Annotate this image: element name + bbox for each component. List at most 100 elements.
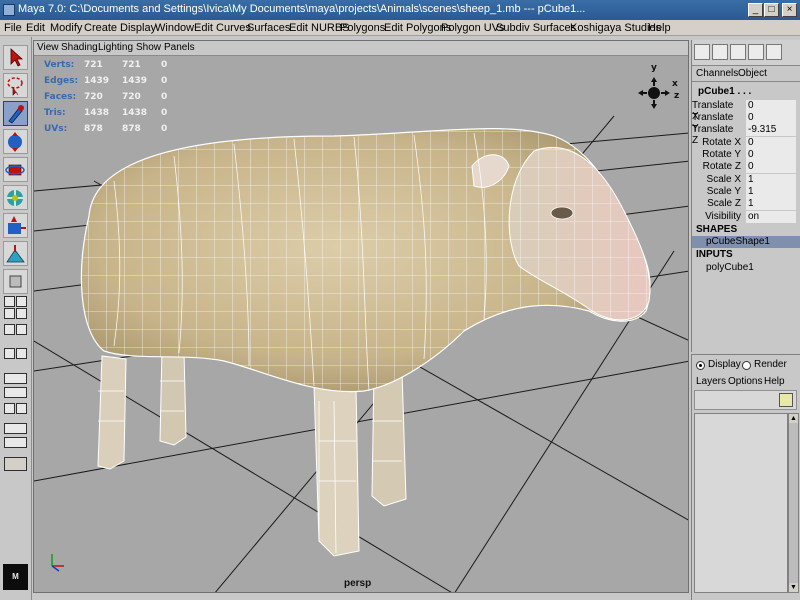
shape-node-name[interactable]: pCubeShape1: [706, 236, 770, 247]
sheep-body: [80, 128, 651, 393]
attr-row[interactable]: Translate X 0: [692, 100, 800, 122]
attr-row[interactable]: Scale X 1: [692, 174, 800, 186]
attr-row[interactable]: Rotate Z 0: [692, 161, 800, 173]
toolbox: M: [0, 37, 32, 600]
object-menu[interactable]: Object: [738, 68, 767, 79]
scroll-up-icon[interactable]: ▲: [789, 414, 798, 423]
hud-faces-v1: 720: [84, 92, 103, 102]
layout-four-icon[interactable]: [16, 296, 27, 307]
attr-value-field[interactable]: 0: [746, 137, 796, 149]
attr-value-field[interactable]: 0: [746, 149, 796, 161]
minimize-button[interactable]: _: [748, 3, 763, 17]
menu-window[interactable]: Window: [155, 22, 194, 34]
axis-label-y: y: [651, 63, 657, 73]
close-button[interactable]: ×: [782, 3, 797, 17]
inputs-header: INPUTS: [696, 249, 733, 260]
layout-persp-graph-icon[interactable]: [4, 324, 15, 335]
attr-value-field[interactable]: -9.315: [746, 124, 796, 136]
hud-uvs-v2: 878: [122, 124, 141, 134]
scroll-down-icon[interactable]: ▼: [789, 583, 798, 592]
render-layer-radio[interactable]: [742, 361, 751, 370]
attr-value-field[interactable]: 0: [746, 100, 796, 112]
attr-row[interactable]: Rotate Y 0: [692, 149, 800, 161]
tool-settings-icon[interactable]: [730, 44, 746, 60]
layout-trax-icon[interactable]: [4, 373, 27, 384]
maximize-button[interactable]: □: [764, 3, 779, 17]
vp-menu-view[interactable]: View: [37, 42, 59, 53]
layout-uv-editor-icon[interactable]: [4, 437, 27, 448]
menu-subdiv-surfaces[interactable]: Subdiv Surfaces: [496, 22, 576, 34]
attr-row[interactable]: Visibility on: [692, 211, 800, 223]
vp-menu-lighting[interactable]: Lighting: [98, 42, 133, 53]
new-layer-icon[interactable]: [779, 393, 793, 407]
soft-mod-tool-icon[interactable]: [3, 241, 28, 266]
attr-row[interactable]: Scale Y 1: [692, 186, 800, 198]
select-tool-icon[interactable]: [3, 45, 28, 70]
lasso-tool-icon[interactable]: [3, 73, 28, 98]
layout-hypergraph-icon[interactable]: [16, 403, 27, 414]
layout-dropdown-icon[interactable]: [4, 457, 27, 471]
layer-editor-icon[interactable]: [748, 44, 764, 60]
vp-menu-shading[interactable]: Shading: [61, 42, 98, 53]
attr-row[interactable]: Translate Z -9.315: [692, 124, 800, 146]
input-node-name[interactable]: polyCube1: [706, 262, 754, 273]
maya-app-icon: [3, 4, 15, 16]
menu-display[interactable]: Display: [120, 22, 156, 34]
attr-row[interactable]: Translate Y 0: [692, 112, 800, 134]
move-tool-icon[interactable]: [3, 129, 28, 154]
viewport-menu-bar: View Shading Lighting Show Panels: [34, 41, 688, 56]
channel-box: Channels Object pCube1 . . . Translate X…: [691, 40, 800, 352]
attr-row[interactable]: Rotate X 0: [692, 137, 800, 149]
attr-value-field[interactable]: 1: [746, 174, 796, 186]
main-menu-bar: File Edit Modify Create Display Window E…: [0, 20, 800, 36]
options-menu[interactable]: Options: [728, 376, 762, 387]
channels-menu[interactable]: Channels: [696, 68, 738, 79]
attr-value-field[interactable]: 1: [746, 198, 796, 210]
layout-hypershade-icon[interactable]: [4, 348, 15, 359]
display-layer-radio[interactable]: [696, 361, 705, 370]
menu-edit-curves[interactable]: Edit Curves: [194, 22, 251, 34]
axis-label-z: z: [674, 91, 680, 101]
channel-layer-toggle-icon[interactable]: [766, 44, 782, 60]
menu-modify[interactable]: Modify: [50, 22, 82, 34]
attribute-editor-icon[interactable]: [712, 44, 728, 60]
hud-faces-label: Faces:: [44, 92, 77, 102]
layout-persp-outliner-icon[interactable]: [16, 324, 27, 335]
scale-tool-icon[interactable]: [3, 185, 28, 210]
layout-render-icon[interactable]: [4, 403, 15, 414]
paint-select-tool-icon[interactable]: [3, 101, 28, 126]
attr-value-field[interactable]: 1: [746, 186, 796, 198]
channel-box-icon[interactable]: [694, 44, 710, 60]
display-layer-label: Display: [708, 359, 741, 370]
layout-stack-icon[interactable]: [16, 308, 27, 319]
vp-menu-show[interactable]: Show: [136, 42, 161, 53]
menu-edit[interactable]: Edit: [26, 22, 45, 34]
menu-surfaces[interactable]: Surfaces: [247, 22, 290, 34]
menu-file[interactable]: File: [4, 22, 22, 34]
menu-create[interactable]: Create: [84, 22, 117, 34]
layout-script-icon[interactable]: [4, 423, 27, 434]
attr-value-field[interactable]: on: [746, 211, 796, 223]
manipulator-tool-icon[interactable]: [3, 213, 28, 238]
perspective-viewport[interactable]: y z x View Shading Lighting Show Panels …: [33, 40, 689, 593]
rotate-tool-icon[interactable]: [3, 157, 28, 182]
layout-graph-editor-icon[interactable]: [4, 387, 27, 398]
hud-uvs-v3: 0: [161, 124, 168, 134]
layer-list[interactable]: [694, 413, 788, 593]
vp-menu-panels[interactable]: Panels: [164, 42, 195, 53]
last-tool-used-icon[interactable]: [3, 269, 28, 294]
menu-help[interactable]: Help: [648, 22, 671, 34]
attr-row[interactable]: Scale Z 1: [692, 198, 800, 210]
view-axis-gizmo: [638, 77, 670, 109]
layer-help-menu[interactable]: Help: [764, 376, 785, 387]
selected-object-name[interactable]: pCube1 . . .: [698, 86, 751, 97]
attr-label: Scale X: [706, 174, 741, 185]
layers-menu[interactable]: Layers: [696, 376, 726, 387]
layout-outliner-icon[interactable]: [16, 348, 27, 359]
layer-list-scrollbar[interactable]: ▲ ▼: [788, 413, 799, 593]
layout-side-icon[interactable]: [4, 308, 15, 319]
attr-value-field[interactable]: 0: [746, 161, 796, 173]
attr-value-field[interactable]: 0: [746, 112, 796, 124]
layout-single-icon[interactable]: [4, 296, 15, 307]
menu-polygons[interactable]: Polygons: [340, 22, 385, 34]
